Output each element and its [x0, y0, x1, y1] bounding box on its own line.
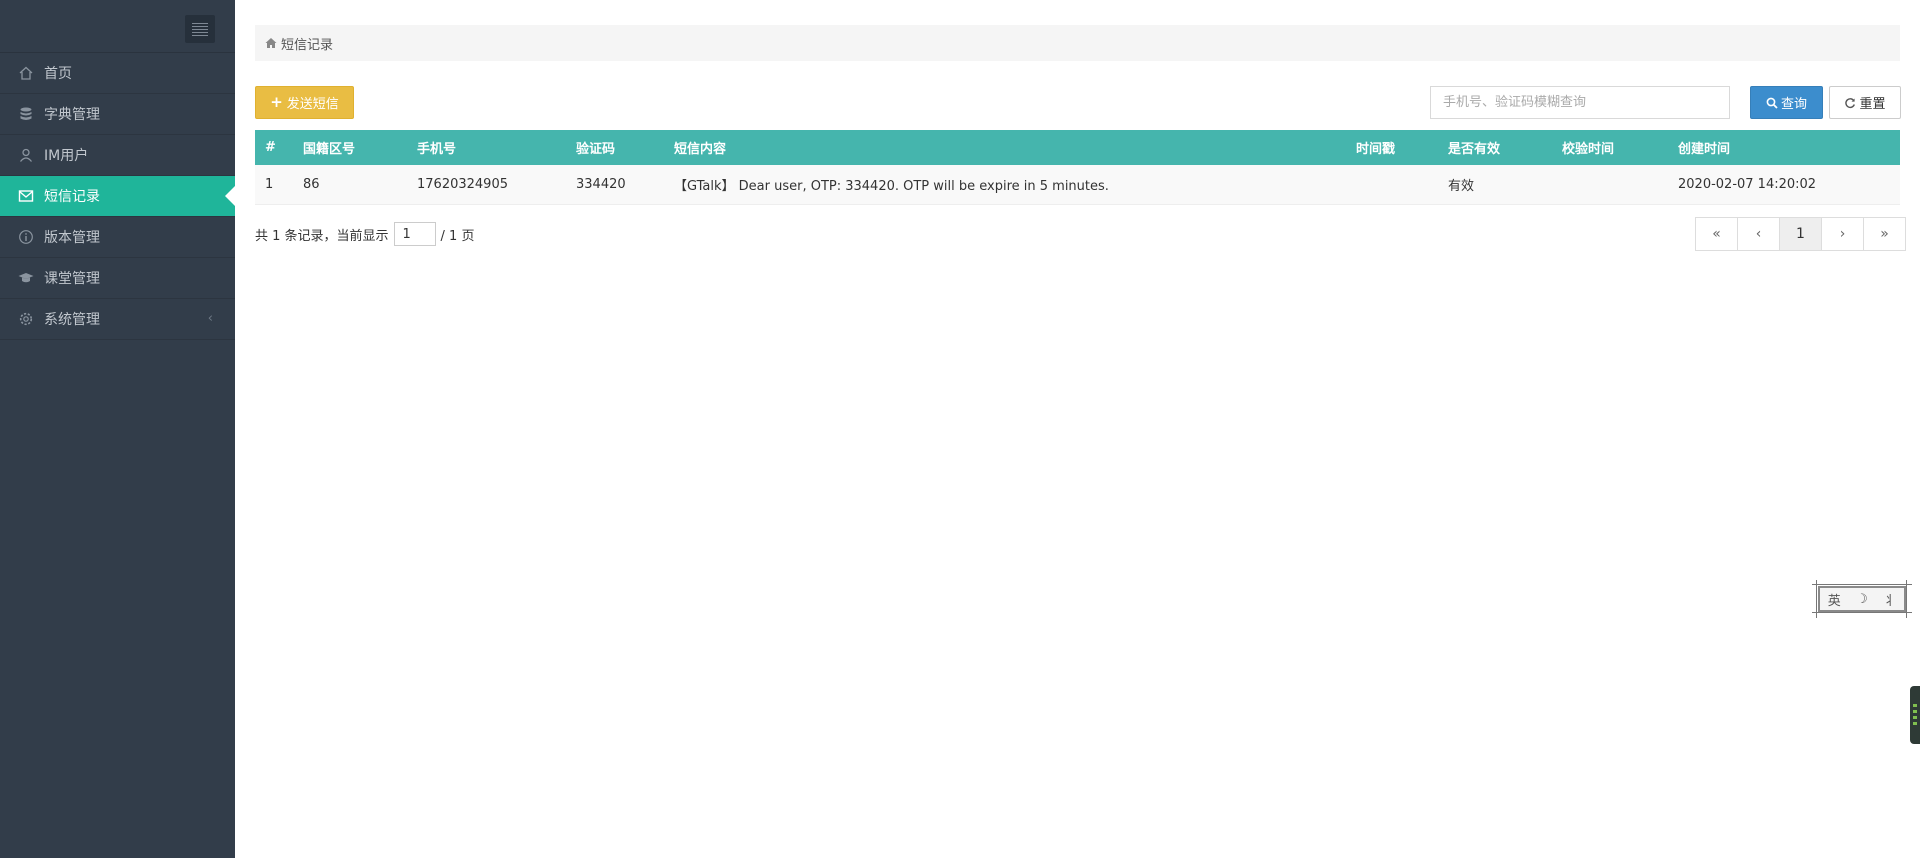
table-header-row: # 国籍区号 手机号 验证码 短信内容 时间戳 是否有效 校验时间 创建时间: [255, 130, 1900, 165]
sidebar-item-versions[interactable]: 版本管理: [0, 217, 235, 258]
cell-code: 334420: [566, 165, 664, 205]
pager-info: 共 1 条记录，当前显示 1 / 1 页: [255, 222, 474, 246]
reset-button[interactable]: 重置: [1829, 86, 1901, 119]
last-page-button[interactable]: »: [1863, 217, 1906, 251]
cell-verify-time: [1552, 165, 1668, 205]
sidebar-item-classroom[interactable]: 课堂管理: [0, 258, 235, 299]
menu-toggle-icon[interactable]: [185, 15, 215, 43]
cell-content: 【GTalk】 Dear user, OTP: 334420. OTP will…: [664, 165, 1346, 205]
column-header-content[interactable]: 短信内容: [664, 130, 1346, 165]
gear-icon: [18, 311, 34, 327]
pagination: « ‹ 1 › »: [1695, 217, 1906, 251]
sidebar-item-label: IM用户: [44, 148, 89, 164]
breadcrumb: 短信记录: [255, 25, 1900, 61]
column-header-verify-time[interactable]: 校验时间: [1552, 130, 1668, 165]
table-row[interactable]: 1 86 17620324905 334420 【GTalk】 Dear use…: [255, 165, 1900, 205]
ime-punctuation-icon[interactable]: ⺦: [1883, 590, 1896, 609]
refresh-icon: [1845, 97, 1856, 108]
cell-valid: 有效: [1438, 165, 1552, 205]
info-icon: [18, 229, 34, 245]
ime-frame-line: [1812, 612, 1912, 613]
sidebar-item-label: 首页: [44, 66, 72, 82]
side-panel-handle[interactable]: [1910, 686, 1920, 744]
query-button[interactable]: 查询: [1750, 86, 1823, 119]
pager-prefix: 共 1 条记录，当前显示: [255, 228, 389, 244]
app: 首页 字典管理 IM用户 短信记录 版本管理 课堂管理 系统管理 ‹ 短信记录 …: [0, 0, 1920, 858]
query-label: 查询: [1780, 97, 1807, 112]
ime-moon-icon[interactable]: ☽: [1856, 592, 1868, 607]
ime-toolbar[interactable]: 英 ☽ ⺦: [1812, 580, 1912, 618]
envelope-icon: [18, 188, 34, 204]
ime-language-icon[interactable]: 英: [1828, 590, 1841, 609]
next-page-button[interactable]: ›: [1821, 217, 1864, 251]
sms-records-table: # 国籍区号 手机号 验证码 短信内容 时间戳 是否有效 校验时间 创建时间 1…: [255, 130, 1900, 205]
sidebar-item-label: 字典管理: [44, 107, 100, 123]
home-icon: [265, 38, 277, 48]
sidebar-item-label: 短信记录: [44, 189, 100, 205]
page-1-button[interactable]: 1: [1779, 217, 1822, 251]
database-icon: [18, 106, 34, 122]
sidebar-item-system[interactable]: 系统管理 ‹: [0, 299, 235, 340]
breadcrumb-current: 短信记录: [281, 37, 334, 53]
sidebar-item-im-users[interactable]: IM用户: [0, 135, 235, 176]
send-sms-label: 发送短信: [286, 97, 339, 112]
send-sms-button[interactable]: + 发送短信: [255, 86, 354, 119]
ime-box: 英 ☽ ⺦: [1818, 586, 1906, 612]
plus-icon: +: [270, 93, 283, 111]
column-header-country-code[interactable]: 国籍区号: [293, 130, 407, 165]
sidebar: 首页 字典管理 IM用户 短信记录 版本管理 课堂管理 系统管理 ‹: [0, 0, 235, 858]
column-header-timestamp[interactable]: 时间戳: [1346, 130, 1438, 165]
cell-country-code: 86: [293, 165, 407, 205]
chevron-left-icon: ‹: [207, 311, 213, 326]
main-content: 短信记录 + 发送短信 查询 重置 # 国籍区号 手机号 验证码 短信内容: [235, 0, 1920, 858]
cell-created: 2020-02-07 14:20:02: [1668, 165, 1900, 205]
column-header-created[interactable]: 创建时间: [1668, 130, 1900, 165]
sidebar-item-label: 系统管理: [44, 312, 100, 328]
reset-label: 重置: [1859, 97, 1886, 112]
sidebar-item-label: 版本管理: [44, 230, 100, 246]
column-header-index[interactable]: #: [255, 130, 293, 165]
column-header-code[interactable]: 验证码: [566, 130, 664, 165]
ime-frame-line: [1816, 580, 1817, 618]
ime-frame-line: [1906, 580, 1907, 618]
user-icon: [18, 147, 34, 163]
cell-phone: 17620324905: [407, 165, 566, 205]
graduation-cap-icon: [18, 270, 34, 286]
pager-suffix: / 1 页: [440, 228, 475, 244]
current-page-input[interactable]: 1: [393, 222, 436, 246]
column-header-valid[interactable]: 是否有效: [1438, 130, 1552, 165]
search-icon: [1766, 97, 1778, 109]
prev-page-button[interactable]: ‹: [1737, 217, 1780, 251]
column-header-phone[interactable]: 手机号: [407, 130, 566, 165]
sidebar-item-home[interactable]: 首页: [0, 53, 235, 94]
cell-index: 1: [255, 165, 293, 205]
sidebar-header: [0, 0, 235, 53]
home-icon: [18, 65, 34, 81]
cell-timestamp: [1346, 165, 1438, 205]
search-input[interactable]: [1430, 86, 1730, 119]
sidebar-item-dictionary[interactable]: 字典管理: [0, 94, 235, 135]
sidebar-item-label: 课堂管理: [44, 271, 100, 287]
ime-frame-line: [1812, 584, 1912, 585]
first-page-button[interactable]: «: [1695, 217, 1738, 251]
sidebar-item-sms-records[interactable]: 短信记录: [0, 176, 235, 217]
